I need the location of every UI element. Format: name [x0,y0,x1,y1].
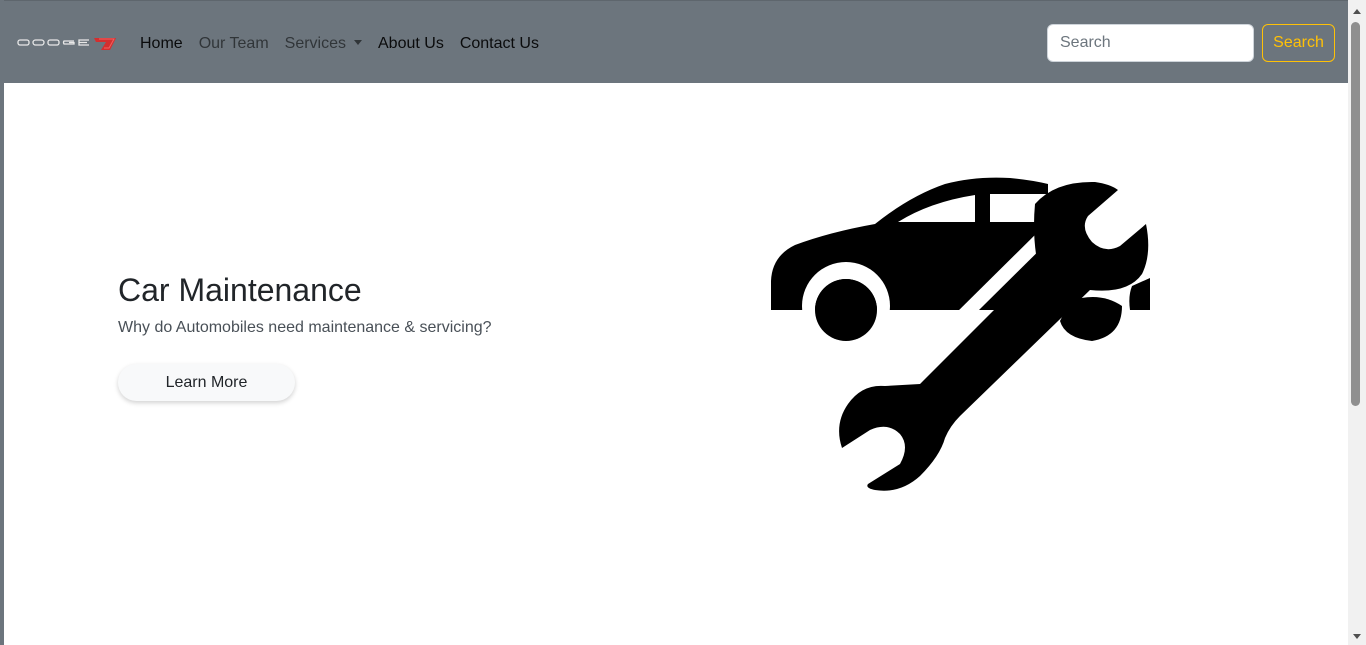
search-input[interactable] [1047,24,1254,62]
hero-subtitle: Why do Automobiles need maintenance & se… [118,319,492,336]
nav-contact-us[interactable]: Contact Us [460,32,539,56]
hero-title: Car Maintenance [118,272,362,308]
scroll-up-arrow-icon[interactable] [1353,9,1361,14]
nav-services-label: Services [284,35,346,52]
nav-links: Home Our Team Services About Us Contact … [140,32,555,56]
window-border [0,0,4,645]
nav-about-us[interactable]: About Us [378,32,444,56]
page-scrollbar[interactable] [1348,0,1366,645]
chevron-down-icon [354,40,362,45]
brand-logo[interactable] [17,34,117,52]
scroll-down-arrow-icon[interactable] [1353,634,1361,639]
dodge-logo-icon [17,38,116,50]
top-navbar: Home Our Team Services About Us Contact … [4,0,1348,83]
search-button[interactable]: Search [1262,24,1335,62]
learn-more-button[interactable]: Learn More [118,364,295,401]
nav-home[interactable]: Home [140,32,183,56]
car-wrench-icon [770,176,1152,494]
nav-services-dropdown[interactable]: Services [285,32,362,56]
scrollbar-thumb[interactable] [1351,22,1360,406]
nav-our-team[interactable]: Our Team [199,32,269,56]
